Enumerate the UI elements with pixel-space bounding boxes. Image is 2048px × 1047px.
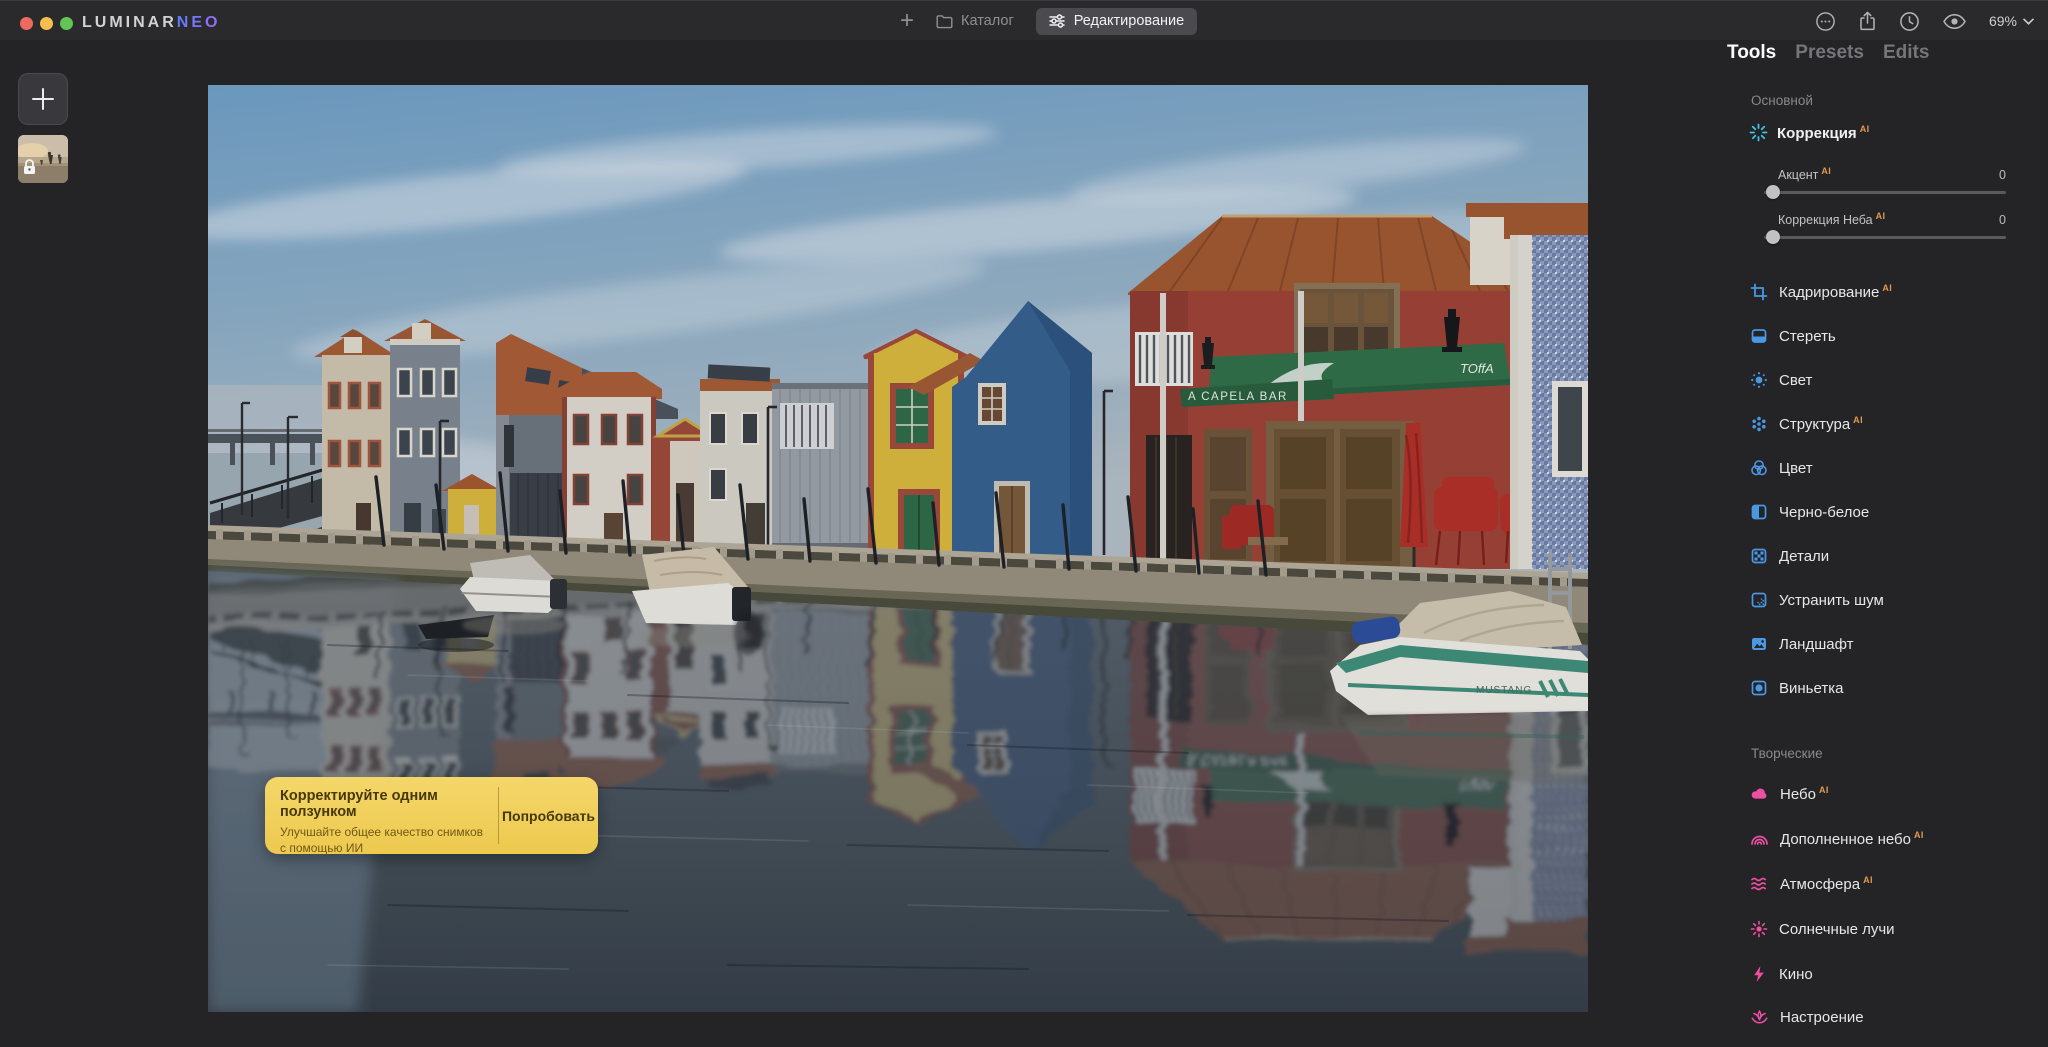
landscape-image-icon (1750, 635, 1768, 653)
tool-item-structure[interactable]: СтруктураAI (1750, 402, 2036, 446)
sky-slider-value: 0 (1999, 213, 2006, 227)
tab-editing[interactable]: Редактирование (1036, 8, 1197, 35)
sparkle-correction-icon (1749, 123, 1768, 142)
tool-item-landscape[interactable]: Ландшафт (1750, 622, 2036, 666)
sun-light-icon (1750, 371, 1768, 389)
lightning-icon (1750, 965, 1768, 983)
add-image-button[interactable] (18, 73, 68, 125)
chevron-down-icon (2023, 18, 2034, 25)
details-checker-icon (1750, 547, 1768, 565)
lock-icon (22, 158, 37, 180)
rainbow-icon (1750, 830, 1769, 848)
tooltip-body-line2: с помощью ИИ (280, 841, 363, 855)
titlebar: LUMINARNEO + Каталог Редактирование (0, 0, 2048, 40)
panel-tabs: Tools Presets Edits (1727, 42, 1929, 64)
tab-tools[interactable]: Tools (1727, 42, 1776, 64)
share-icon[interactable] (1858, 11, 1877, 32)
tab-catalog[interactable]: Каталог (936, 13, 1014, 29)
canal-houses-photo: TOffA A CAPELA BAR (208, 85, 1588, 1012)
tab-presets[interactable]: Presets (1795, 42, 1864, 64)
photo-thumbnail[interactable] (18, 135, 68, 183)
sky-correction-slider[interactable]: Коррекция НебаAI 0 (1764, 211, 2006, 239)
try-button[interactable]: Попробовать (499, 777, 598, 854)
correction-label: КоррекцияAI (1777, 124, 1870, 142)
accent-slider[interactable]: АкцентAI 0 (1764, 166, 2006, 194)
vignette-icon (1750, 679, 1768, 697)
accent-slider-label: АкцентAI (1778, 166, 1831, 182)
accent-slider-track[interactable] (1764, 191, 2006, 194)
sky-slider-track[interactable] (1764, 236, 2006, 239)
tab-catalog-label: Каталог (961, 13, 1014, 29)
zoom-level-value: 69% (1989, 13, 2017, 29)
tool-item-atmosphere[interactable]: АтмосфераAI (1750, 862, 2036, 906)
compare-eye-icon[interactable] (1942, 13, 1967, 30)
tool-item-correction[interactable]: КоррекцияAI (1749, 123, 1870, 142)
sun-rays-icon (1750, 920, 1768, 938)
app-logo: LUMINARNEO (82, 14, 220, 32)
sky-slider-handle[interactable] (1766, 230, 1780, 244)
tool-item-denoise[interactable]: Устранить шум (1750, 578, 2036, 622)
plus-icon (30, 86, 56, 112)
tool-item-sunrays[interactable]: Солнечные лучи (1750, 907, 2036, 951)
tooltip-body-line1: Улучшайте общее качество снимков (280, 825, 483, 839)
traffic-light-minimize[interactable] (40, 17, 53, 30)
tool-item-mood[interactable]: Настроение (1750, 995, 2036, 1039)
tool-item-augmented-sky[interactable]: Дополненное небоAI (1750, 817, 2036, 861)
traffic-light-zoom[interactable] (60, 17, 73, 30)
eraser-icon (1750, 327, 1768, 345)
atmosphere-waves-icon (1750, 875, 1769, 893)
folder-icon (936, 14, 953, 29)
tool-item-crop[interactable]: КадрированиеAI (1750, 270, 2036, 314)
ai-suggestion-tooltip: Корректируйте одним ползунком Улучшайте … (265, 777, 598, 854)
tool-item-black-white[interactable]: Черно-белое (1750, 490, 2036, 534)
photo-canvas[interactable]: TOffA A CAPELA BAR (208, 85, 1588, 1012)
section-header-creative: Творческие (1751, 746, 1823, 761)
lotus-icon (1750, 1008, 1769, 1026)
sliders-icon (1049, 14, 1065, 28)
tooltip-title: Корректируйте одним ползунком (280, 788, 488, 820)
color-wheel-icon (1750, 459, 1768, 477)
structure-dots-icon (1750, 415, 1768, 433)
traffic-light-close[interactable] (20, 17, 33, 30)
sky-slider-label: Коррекция НебаAI (1778, 211, 1885, 227)
tool-item-sky[interactable]: НебоAI (1750, 772, 2036, 816)
tab-editing-label: Редактирование (1074, 13, 1184, 29)
more-options-icon[interactable] (1815, 11, 1836, 32)
tool-item-color[interactable]: Цвет (1750, 446, 2036, 490)
sky-cloud-icon (1750, 785, 1769, 803)
history-icon[interactable] (1899, 11, 1920, 32)
add-photos-button[interactable]: + (900, 9, 914, 33)
tool-item-vignette[interactable]: Виньетка (1750, 666, 2036, 710)
denoise-icon (1750, 591, 1768, 609)
section-header-basic: Основной (1751, 93, 1813, 108)
accent-slider-value: 0 (1999, 168, 2006, 182)
tool-item-details[interactable]: Детали (1750, 534, 2036, 578)
tool-item-cinema[interactable]: Кино (1750, 952, 2036, 996)
tool-item-erase[interactable]: Стереть (1750, 314, 2036, 358)
black-white-icon (1750, 503, 1768, 521)
crop-icon (1750, 283, 1768, 301)
accent-slider-handle[interactable] (1766, 185, 1780, 199)
luminar-neo-window: LUMINARNEO + Каталог Редактирование (0, 0, 2048, 1047)
tool-item-light[interactable]: Свет (1750, 358, 2036, 402)
tab-edits[interactable]: Edits (1883, 42, 1929, 64)
zoom-level-control[interactable]: 69% (1989, 13, 2034, 29)
